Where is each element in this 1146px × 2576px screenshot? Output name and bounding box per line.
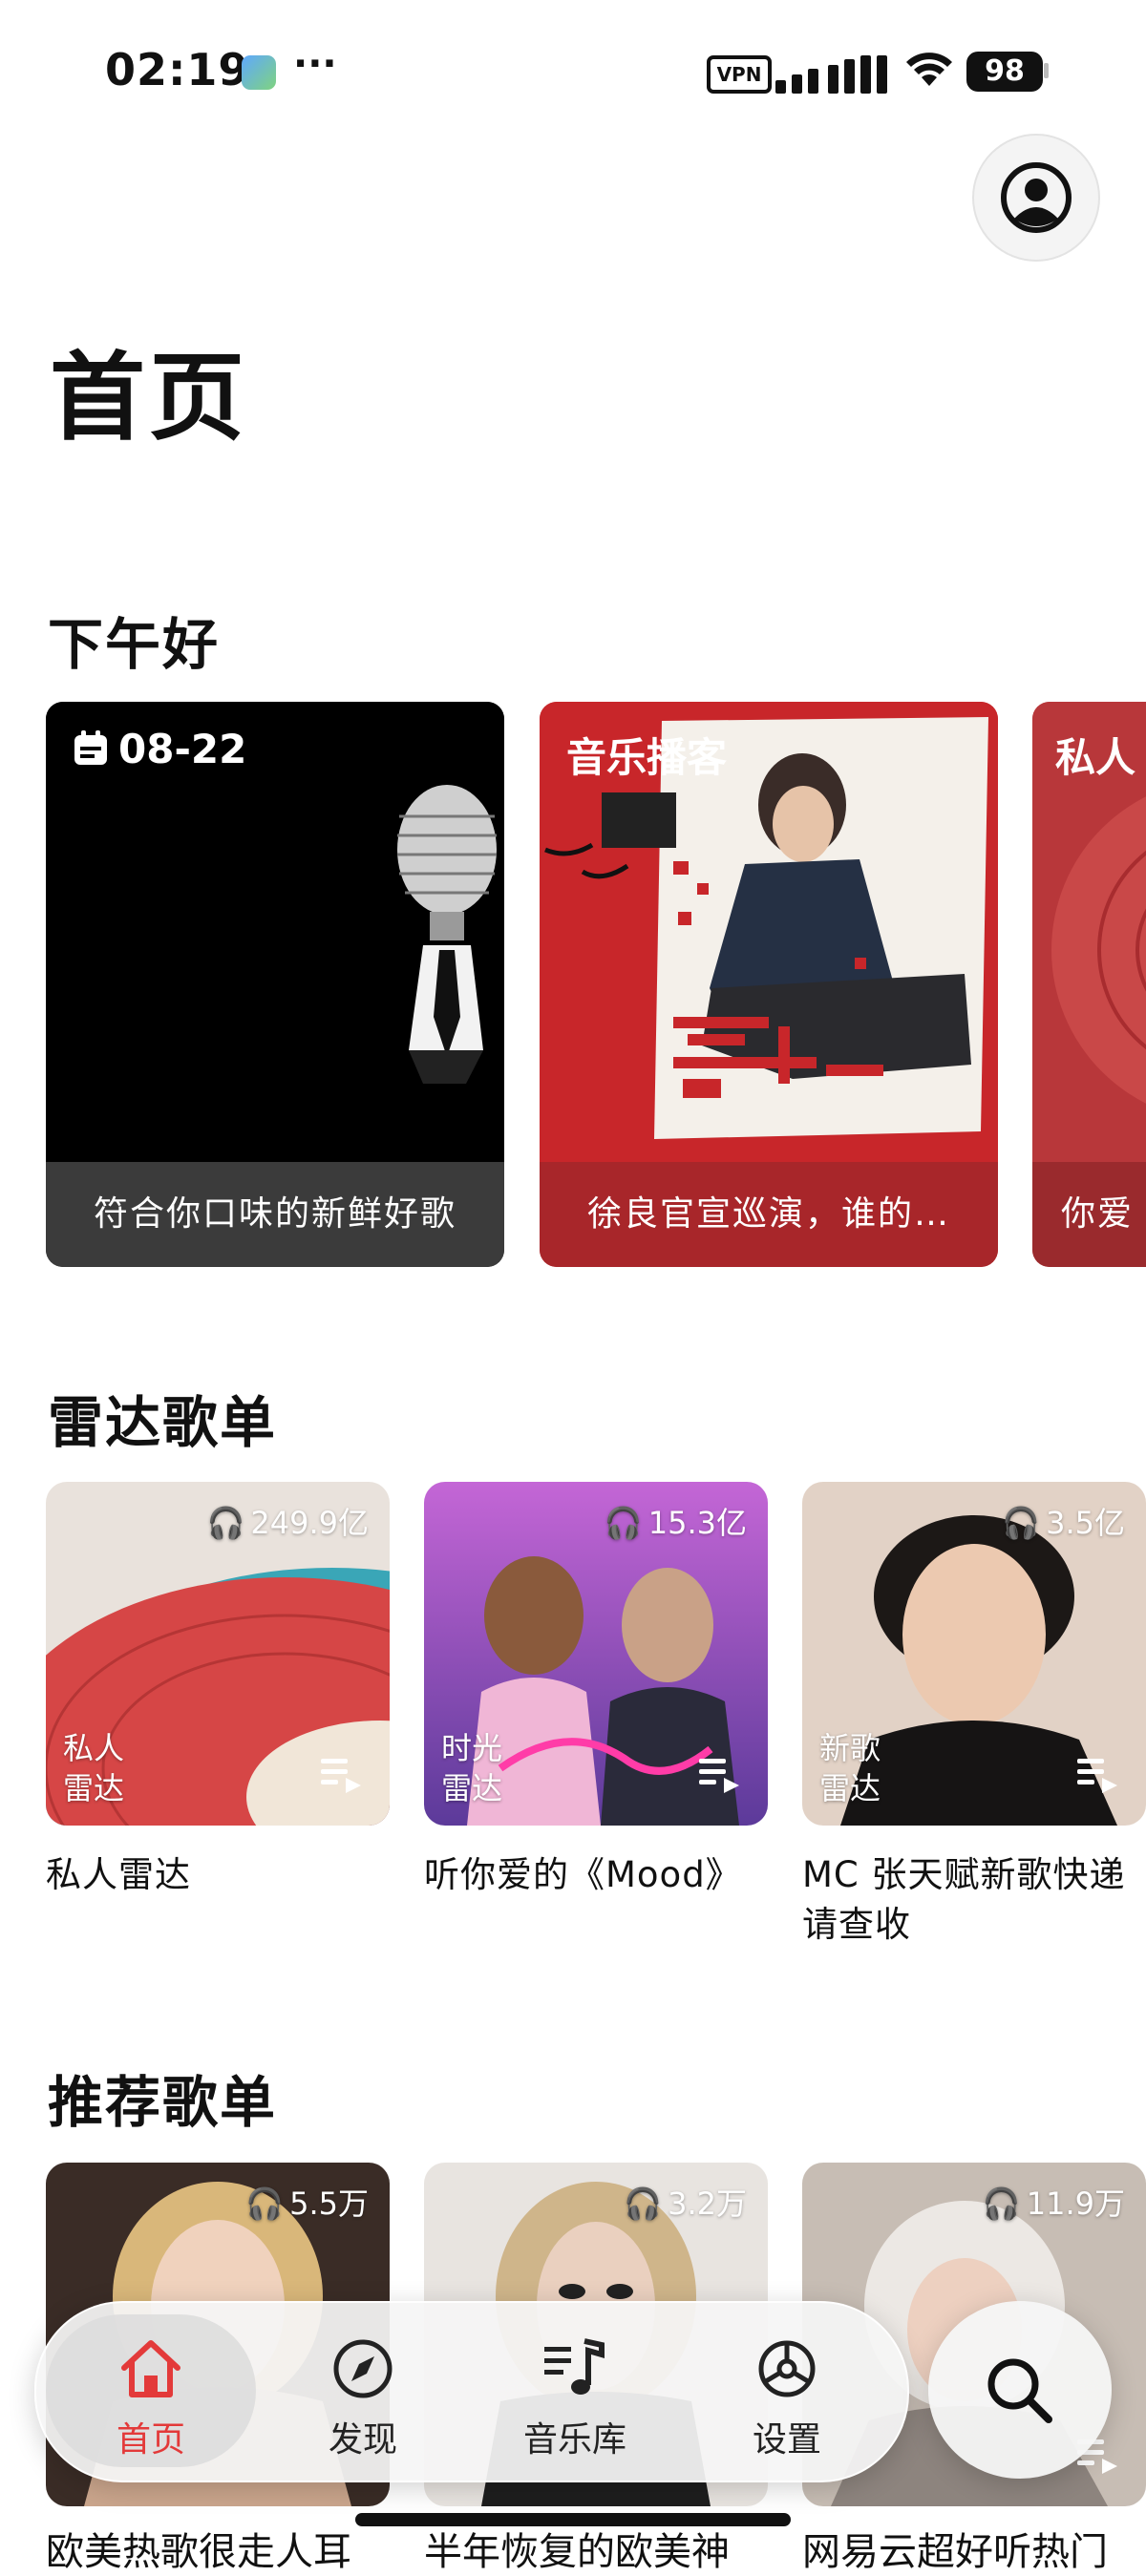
recommend-title: 推荐歌单: [48, 2070, 278, 2135]
search-icon: [987, 2358, 1052, 2423]
play-count: 🎧 11.9万: [983, 2180, 1125, 2224]
radar-tag: 时光 雷达: [441, 1728, 502, 1808]
play-count: 🎧 5.5万: [245, 2180, 369, 2224]
headphones-icon: 🎧: [604, 1505, 643, 1541]
headphones-icon: 🎧: [624, 2185, 663, 2222]
podcast-card[interactable]: 音乐播客 徐良官宣巡演，谁的…: [540, 702, 998, 1267]
app-notification-icon: [242, 55, 276, 90]
play-count-value: 249.9亿: [250, 1505, 369, 1541]
signal-icon: [775, 52, 890, 94]
greeting-title: 下午好: [48, 612, 221, 677]
search-button[interactable]: [928, 2301, 1112, 2479]
tab-label: 发现: [328, 2420, 397, 2460]
play-count: 🎧 249.9亿: [207, 1499, 369, 1543]
play-count-value: 5.5万: [289, 2185, 369, 2222]
more-notifications-icon: ···: [293, 42, 337, 86]
card-caption: 徐良官宣巡演，谁的…: [540, 1162, 998, 1267]
home-indicator: [355, 2513, 791, 2526]
play-count: 🎧 15.3亿: [605, 1499, 747, 1543]
play-count-value: 3.2万: [668, 2185, 747, 2222]
vpn-icon: VPN: [707, 55, 772, 94]
compass-icon: [333, 2339, 393, 2398]
radar-playlist-card[interactable]: 🎧 3.5亿 新歌 雷达: [802, 1482, 1146, 1826]
play-count-value: 3.5亿: [1046, 1505, 1125, 1541]
podcast-label: 音乐播客: [566, 734, 728, 781]
radar-tag: 新歌 雷达: [819, 1728, 881, 1808]
battery-icon: 98: [966, 52, 1043, 92]
card-caption: 你爱: [1032, 1162, 1146, 1267]
radar-tag-text: 新歌 雷达: [819, 1730, 881, 1806]
music-library-icon: [544, 2338, 605, 2395]
tab-discover[interactable]: 发现: [258, 2314, 468, 2467]
settings-icon: [758, 2340, 816, 2397]
radar-playlist-card[interactable]: 🎧 249.9亿 私人 雷达: [46, 1482, 390, 1826]
playlist-play-icon[interactable]: [1077, 1757, 1119, 1793]
private-fm-label: 私人: [1055, 734, 1136, 781]
tab-settings[interactable]: 设置: [682, 2314, 892, 2467]
playlist-title[interactable]: 网易云超好听热门: [802, 2521, 1108, 2576]
radar-title: 雷达歌单: [48, 1390, 278, 1455]
status-bar: 02:19 ··· VPN 98: [0, 0, 1146, 143]
profile-button[interactable]: [972, 134, 1100, 262]
playlist-title[interactable]: 半年恢复的欧美神: [424, 2521, 730, 2576]
tab-label: 首页: [116, 2420, 185, 2460]
radar-tag-text: 时光 雷达: [441, 1730, 503, 1806]
battery-tip: [1044, 63, 1049, 78]
headphones-icon: 🎧: [245, 2185, 285, 2222]
headphones-icon: 🎧: [1002, 1505, 1041, 1541]
daily-recommend-card[interactable]: 08-22 符合你口味的新鲜好歌: [46, 702, 504, 1267]
date-label: 08-22: [73, 726, 246, 772]
tab-home[interactable]: 首页: [46, 2314, 256, 2467]
radar-playlist-card[interactable]: 🎧 15.3亿 时光 雷达: [424, 1482, 768, 1826]
wifi-icon: [906, 53, 952, 86]
tab-library[interactable]: 音乐库: [470, 2314, 680, 2467]
playlist-title[interactable]: 听你爱的《Mood》: [424, 1850, 777, 1900]
tab-label: 设置: [752, 2420, 821, 2460]
card-caption: 符合你口味的新鲜好歌: [46, 1162, 504, 1267]
headphones-icon: 🎧: [982, 2185, 1021, 2222]
date-text: 08-22: [118, 726, 247, 772]
page-title: 首页: [50, 342, 248, 454]
tab-label: 音乐库: [522, 2420, 626, 2460]
playlist-play-icon[interactable]: [321, 1757, 363, 1793]
status-time: 02:19: [105, 44, 250, 95]
calendar-icon: [74, 730, 107, 765]
private-fm-card[interactable]: 私人 你爱: [1032, 702, 1146, 1267]
playlist-title[interactable]: MC 张天赋新歌快递请查收: [802, 1850, 1136, 1950]
radar-tag: 私人 雷达: [63, 1728, 124, 1808]
radar-tag-text: 私人 雷达: [63, 1730, 125, 1806]
play-count-value: 15.3亿: [647, 1505, 747, 1541]
headphones-icon: 🎧: [206, 1505, 245, 1541]
playlist-title[interactable]: 欧美热歌很走人耳: [46, 2521, 351, 2576]
playlist-title[interactable]: 私人雷达: [46, 1850, 399, 1900]
playlist-play-icon[interactable]: [699, 1757, 741, 1793]
bottom-tab-bar: 首页 发现 音乐库 设置: [34, 2301, 909, 2482]
play-count: 🎧 3.2万: [624, 2180, 747, 2224]
user-icon: [1001, 162, 1072, 233]
play-count: 🎧 3.5亿: [1002, 1499, 1125, 1543]
play-count-value: 11.9万: [1026, 2185, 1125, 2222]
home-icon: [121, 2340, 180, 2397]
